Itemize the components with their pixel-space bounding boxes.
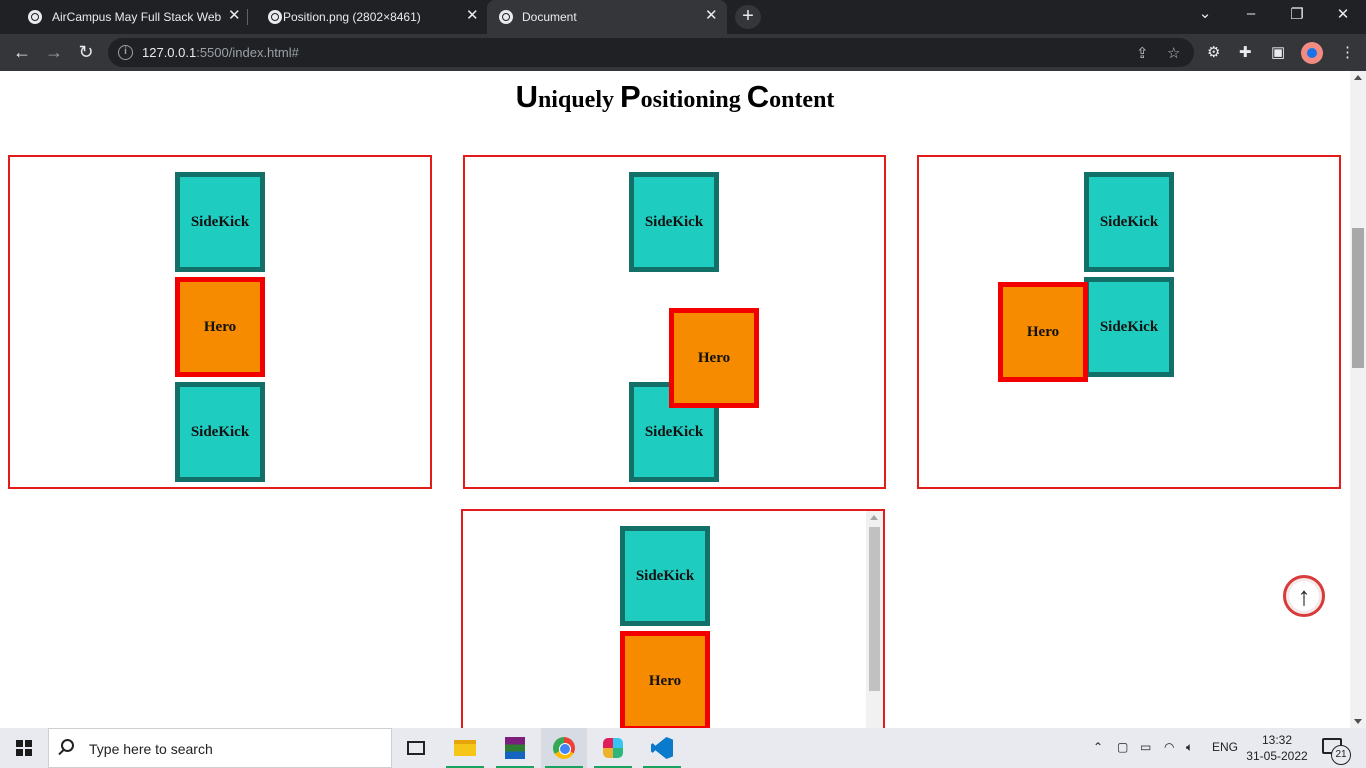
globe-icon [28,10,42,24]
title-cap-p: P [619,79,641,114]
sidekick-box: SideKick [1084,277,1174,377]
tab-document[interactable]: Document ✕ [487,0,727,34]
sidekick-box: SideKick [620,526,710,626]
tab-search-icon[interactable]: ⌄ [1195,4,1215,22]
task-view-button[interactable] [393,728,439,768]
scroll-thumb[interactable] [869,527,880,691]
scroll-up-arrow-icon[interactable] [1354,75,1362,80]
position-container-2: SideKick SideKick Hero [463,155,886,489]
share-icon[interactable]: ⇪ [1136,44,1149,62]
folder-icon [454,740,476,756]
title-word: niquely [537,87,620,113]
url-path: :5500/index.html# [196,45,299,60]
tab-position-png[interactable]: Position.png (2802×8461) ✕ [248,0,486,34]
scroll-down-arrow-icon[interactable] [1354,719,1362,724]
address-bar[interactable]: i 127.0.0.1:5500/index.html# ⇪ ☆ [108,38,1194,67]
clock-time: 13:32 [1261,733,1293,747]
close-tab-icon[interactable]: ✕ [228,8,241,24]
position-container-1: SideKick Hero SideKick [8,155,432,489]
search-icon [61,739,74,752]
new-tab-button[interactable]: + [735,5,761,29]
windows-taskbar: Type here to search ⌃ ▢ ▭ ◠ 🔈︎ ENG 13:32… [0,728,1366,768]
web-page: Uniquely Positioning Content SideKick He… [0,71,1350,728]
close-window-icon[interactable]: ✕ [1333,5,1353,23]
notification-count-badge: 21 [1331,745,1351,765]
globe-icon [499,10,513,24]
back-icon[interactable]: ← [10,41,34,63]
browser-tabstrip: AirCampus May Full Stack Web D ✕ Positio… [0,0,1366,34]
vscode-button[interactable] [639,728,685,768]
hero-box: Hero [620,631,710,728]
slack-button[interactable] [590,728,636,768]
windows-logo-icon [16,740,32,756]
tab-title: AirCampus May Full Stack Web D [52,10,222,24]
vscode-icon [651,737,673,759]
bookmark-star-icon[interactable]: ☆ [1167,44,1180,62]
start-button[interactable] [0,728,48,768]
wifi-icon[interactable]: ◠ [1164,740,1174,754]
hero-box: Hero [669,308,759,408]
gear-icon[interactable]: ⚙ [1207,43,1220,61]
url-host: 127.0.0.1 [142,45,197,60]
title-word: ositioning [640,87,747,113]
sidekick-box: SideKick [175,382,265,482]
meet-now-icon[interactable]: ▢ [1117,740,1128,754]
chrome-button[interactable] [541,728,587,768]
page-title: Uniquely Positioning Content [0,79,1350,115]
forward-icon[interactable]: → [42,41,66,63]
side-panel-icon[interactable]: ▣ [1271,43,1285,61]
slack-icon [603,738,623,758]
site-info-icon[interactable]: i [118,45,133,60]
winrar-button[interactable] [492,728,538,768]
restore-icon[interactable]: ❐ [1287,5,1307,23]
winrar-icon [505,737,525,759]
language-indicator[interactable]: ENG [1212,740,1238,754]
show-hidden-icons-icon[interactable]: ⌃ [1093,740,1103,754]
close-tab-icon[interactable]: ✕ [466,8,479,24]
sidekick-box: SideKick [175,172,265,272]
sidekick-box: SideKick [629,172,719,272]
title-cap-c: C [746,79,770,114]
reload-icon[interactable]: ↻ [74,41,98,63]
tab-aircampus[interactable]: AirCampus May Full Stack Web D ✕ [8,0,246,34]
volume-icon[interactable]: 🔈︎ [1186,740,1193,755]
profile-avatar[interactable] [1301,42,1323,64]
search-placeholder: Type here to search [89,741,213,757]
extensions-icon[interactable]: ✚ [1239,43,1252,61]
taskbar-search[interactable]: Type here to search [48,728,392,768]
menu-kebab-icon[interactable]: ⋮ [1340,43,1355,61]
globe-icon [268,10,282,24]
taskbar-clock[interactable]: 13:32 31-05-2022 [1244,732,1310,764]
page-scroll-thumb[interactable] [1352,228,1364,368]
file-explorer-button[interactable] [442,728,488,768]
title-word: ontent [769,87,835,113]
position-container-4-scrollable[interactable]: SideKick Hero [461,509,885,728]
close-tab-icon[interactable]: ✕ [705,8,718,24]
scroll-up-arrow-icon[interactable] [870,515,878,520]
scroll-to-top-button[interactable]: ↑ [1283,575,1325,617]
clock-date: 31-05-2022 [1246,749,1308,763]
minimize-icon[interactable]: – [1241,5,1261,22]
hero-box: Hero [998,282,1088,382]
tab-title: Position.png (2802×8461) [283,10,421,24]
title-cap-u: U [515,79,538,114]
hero-box: Hero [175,277,265,377]
position-container-3: SideKick SideKick Hero [917,155,1341,489]
task-view-icon [407,741,425,755]
chrome-icon [553,737,575,759]
page-scrollbar[interactable] [1350,71,1366,728]
browser-toolbar: ← → ↻ i 127.0.0.1:5500/index.html# ⇪ ☆ ⚙… [0,34,1366,71]
tab-title: Document [522,10,577,24]
address-url: 127.0.0.1:5500/index.html# [142,45,299,60]
inner-scrollbar[interactable] [866,511,883,728]
sidekick-box: SideKick [1084,172,1174,272]
battery-icon[interactable]: ▭ [1140,740,1151,754]
arrow-up-icon: ↑ [1289,581,1319,611]
